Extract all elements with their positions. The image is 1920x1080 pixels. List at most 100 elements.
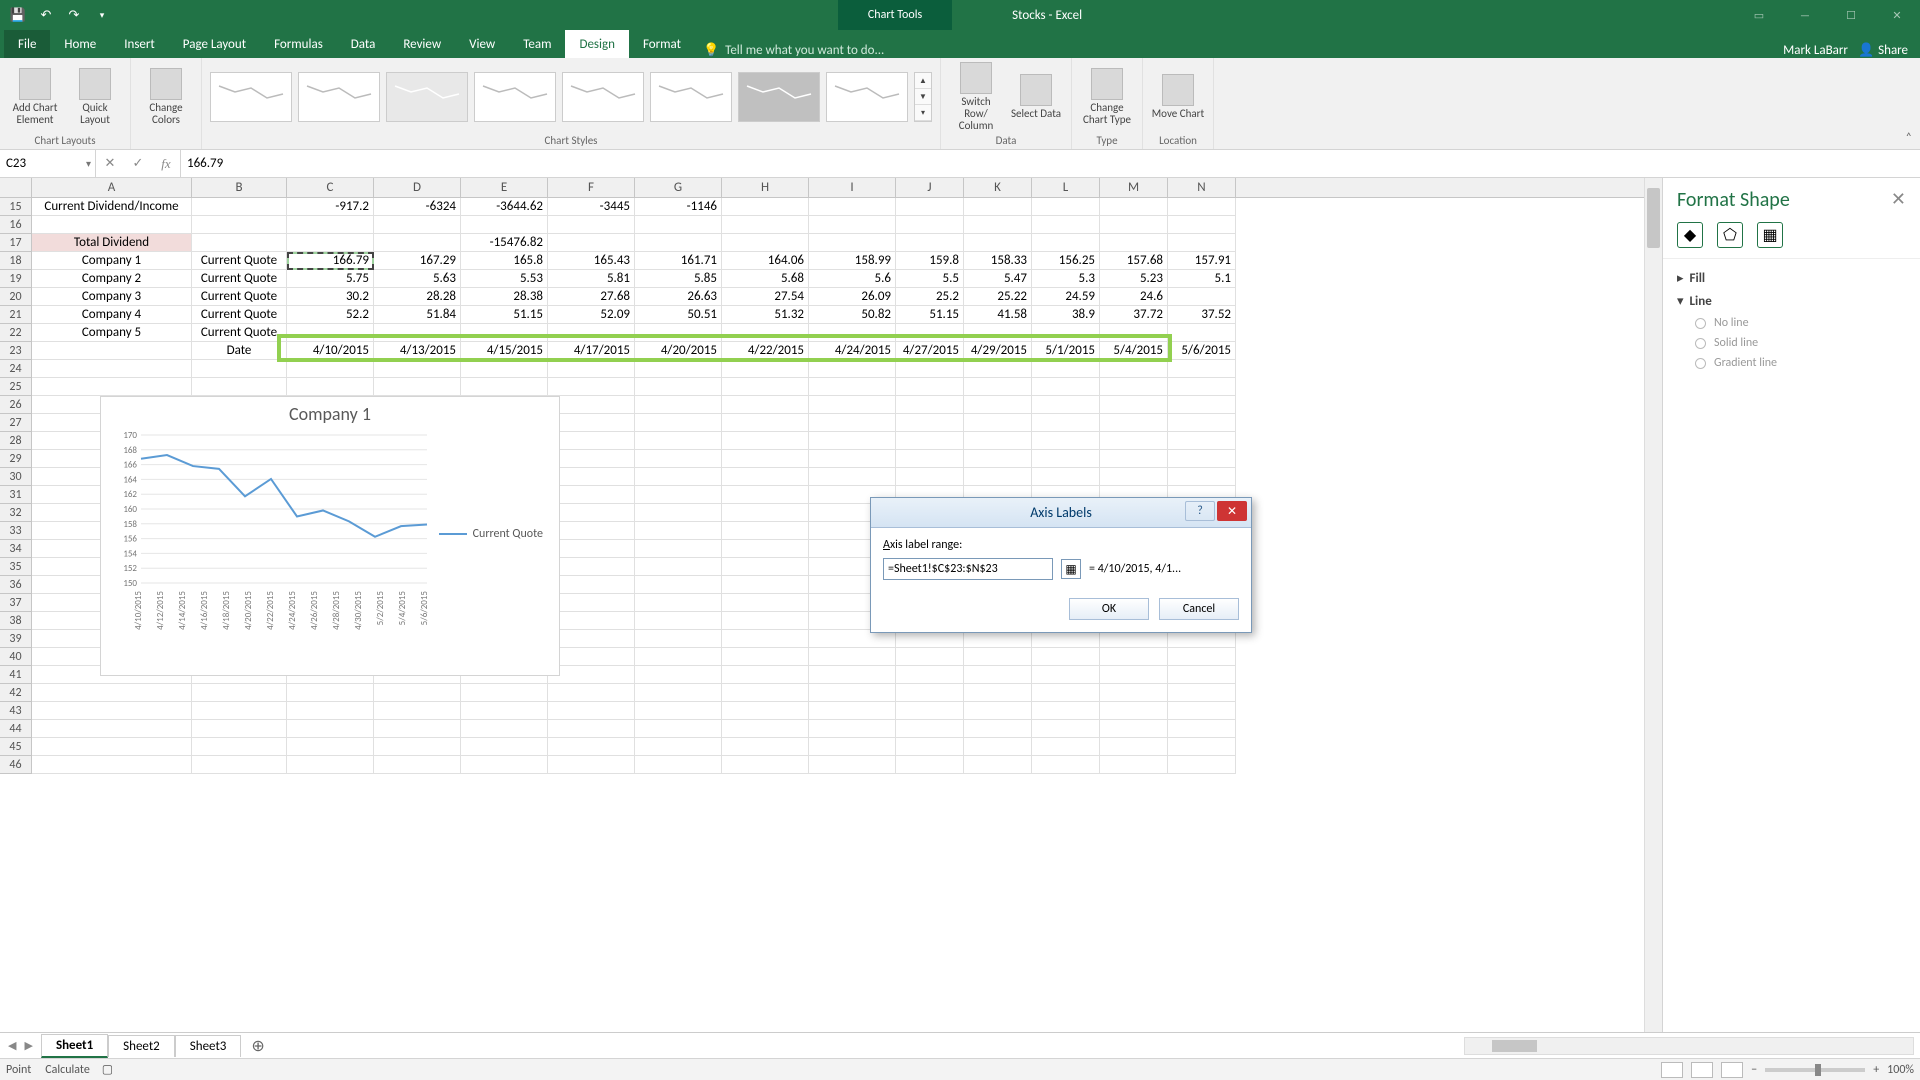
cell-H38[interactable] (722, 612, 809, 630)
cell-M44[interactable] (1100, 720, 1168, 738)
enter-formula-icon[interactable]: ✓ (124, 150, 152, 177)
cell-M41[interactable] (1100, 666, 1168, 684)
cell-G37[interactable] (635, 594, 722, 612)
cell-F41[interactable] (548, 666, 635, 684)
cell-K44[interactable] (964, 720, 1032, 738)
cell-I18[interactable]: 158.99 (809, 252, 896, 270)
cell-G15[interactable]: -1146 (635, 198, 722, 216)
col-header-D[interactable]: D (374, 178, 461, 197)
cell-C17[interactable] (287, 234, 374, 252)
row-header-40[interactable]: 40 (0, 648, 32, 666)
cell-B17[interactable] (192, 234, 287, 252)
cell-M46[interactable] (1100, 756, 1168, 774)
cell-G31[interactable] (635, 486, 722, 504)
tab-formulas[interactable]: Formulas (260, 30, 337, 58)
change-colors-button[interactable]: Change Colors (139, 68, 193, 126)
cell-H39[interactable] (722, 630, 809, 648)
cell-H15[interactable] (722, 198, 809, 216)
col-header-H[interactable]: H (722, 178, 809, 197)
cell-B46[interactable] (192, 756, 287, 774)
cell-I24[interactable] (809, 360, 896, 378)
cell-F16[interactable] (548, 216, 635, 234)
tab-home[interactable]: Home (50, 30, 110, 58)
cancel-formula-icon[interactable]: ✕ (96, 150, 124, 177)
cell-H44[interactable] (722, 720, 809, 738)
row-header-25[interactable]: 25 (0, 378, 32, 396)
cell-I43[interactable] (809, 702, 896, 720)
cell-G26[interactable] (635, 396, 722, 414)
cell-A21[interactable]: Company 4 (32, 306, 192, 324)
cell-K22[interactable] (964, 324, 1032, 342)
cell-C46[interactable] (287, 756, 374, 774)
tab-insert[interactable]: Insert (110, 30, 169, 58)
cell-H16[interactable] (722, 216, 809, 234)
cell-B22[interactable]: Current Quote (192, 324, 287, 342)
cell-C15[interactable]: -917.2 (287, 198, 374, 216)
cell-A25[interactable] (32, 378, 192, 396)
cell-G36[interactable] (635, 576, 722, 594)
cell-C44[interactable] (287, 720, 374, 738)
cell-F45[interactable] (548, 738, 635, 756)
cell-I19[interactable]: 5.6 (809, 270, 896, 288)
cell-J40[interactable] (896, 648, 964, 666)
cell-J42[interactable] (896, 684, 964, 702)
cell-M21[interactable]: 37.72 (1100, 306, 1168, 324)
move-chart-button[interactable]: Move Chart (1151, 74, 1205, 120)
cell-M43[interactable] (1100, 702, 1168, 720)
cell-A16[interactable] (32, 216, 192, 234)
cell-F27[interactable] (548, 414, 635, 432)
cell-H29[interactable] (722, 450, 809, 468)
cell-F43[interactable] (548, 702, 635, 720)
row-header-39[interactable]: 39 (0, 630, 32, 648)
tab-team[interactable]: Team (509, 30, 565, 58)
cell-D24[interactable] (374, 360, 461, 378)
cell-N23[interactable]: 5/6/2015 (1168, 342, 1236, 360)
cell-C19[interactable]: 5.75 (287, 270, 374, 288)
cell-N43[interactable] (1168, 702, 1236, 720)
cell-A22[interactable]: Company 5 (32, 324, 192, 342)
cell-D15[interactable]: -6324 (374, 198, 461, 216)
switch-row-column-button[interactable]: Switch Row/ Column (949, 62, 1003, 132)
redo-icon[interactable]: ↷ (62, 3, 86, 27)
cell-C22[interactable] (287, 324, 374, 342)
cell-E23[interactable]: 4/15/2015 (461, 342, 548, 360)
cell-J19[interactable]: 5.5 (896, 270, 964, 288)
cell-B23[interactable]: Date (192, 342, 287, 360)
cell-L24[interactable] (1032, 360, 1100, 378)
maximize-icon[interactable]: ☐ (1828, 0, 1874, 30)
cell-F35[interactable] (548, 558, 635, 576)
cell-F46[interactable] (548, 756, 635, 774)
cell-M15[interactable] (1100, 198, 1168, 216)
cell-A17[interactable]: Total Dividend (32, 234, 192, 252)
cell-D20[interactable]: 28.28 (374, 288, 461, 306)
cell-F15[interactable]: -3445 (548, 198, 635, 216)
row-header-26[interactable]: 26 (0, 396, 32, 414)
cell-F26[interactable] (548, 396, 635, 414)
cell-C23[interactable]: 4/10/2015 (287, 342, 374, 360)
cell-L26[interactable] (1032, 396, 1100, 414)
cell-F20[interactable]: 27.68 (548, 288, 635, 306)
cell-G42[interactable] (635, 684, 722, 702)
cell-E18[interactable]: 165.8 (461, 252, 548, 270)
formula-input[interactable] (187, 156, 1914, 171)
cell-I27[interactable] (809, 414, 896, 432)
cell-G35[interactable] (635, 558, 722, 576)
cell-H27[interactable] (722, 414, 809, 432)
cell-G20[interactable]: 26.63 (635, 288, 722, 306)
row-header-24[interactable]: 24 (0, 360, 32, 378)
cell-I44[interactable] (809, 720, 896, 738)
cell-N19[interactable]: 5.1 (1168, 270, 1236, 288)
cell-D44[interactable] (374, 720, 461, 738)
cell-G18[interactable]: 161.71 (635, 252, 722, 270)
cell-A24[interactable] (32, 360, 192, 378)
cell-N26[interactable] (1168, 396, 1236, 414)
cell-I40[interactable] (809, 648, 896, 666)
effects-tab-icon[interactable]: ⬠ (1717, 222, 1743, 248)
axis-label-range-input[interactable] (883, 558, 1053, 580)
cell-G19[interactable]: 5.85 (635, 270, 722, 288)
cell-G34[interactable] (635, 540, 722, 558)
cell-I21[interactable]: 50.82 (809, 306, 896, 324)
cell-D43[interactable] (374, 702, 461, 720)
cell-E42[interactable] (461, 684, 548, 702)
chart-style-thumb[interactable] (650, 72, 732, 122)
